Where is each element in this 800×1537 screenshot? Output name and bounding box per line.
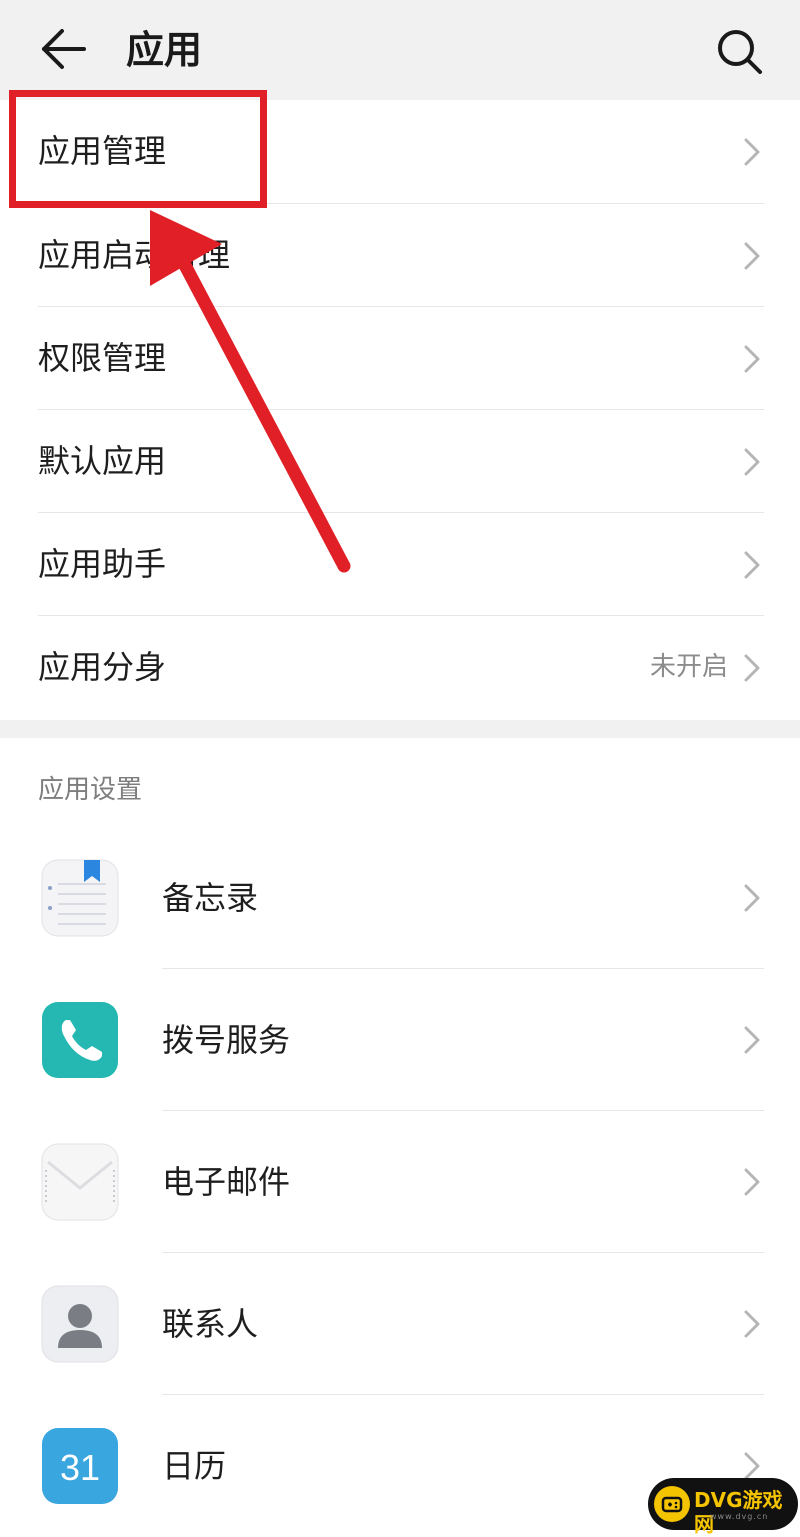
chevron-right-icon — [744, 138, 760, 166]
search-button[interactable] — [712, 24, 766, 78]
app-name: 联系人 — [162, 1305, 259, 1343]
top-app-bar: 应用 — [0, 0, 800, 100]
phone-icon — [42, 1002, 118, 1078]
menu-item-app-twin[interactable]: 应用分身 未开启 — [0, 616, 800, 719]
contact-icon — [41, 1285, 119, 1363]
app-name: 备忘录 — [162, 879, 259, 917]
menu-item-label: 默认应用 — [38, 442, 167, 480]
app-row-dialer[interactable]: 拨号服务 — [0, 969, 800, 1111]
menu-item-label: 应用分身 — [38, 648, 167, 686]
gamepad-logo-icon — [654, 1486, 690, 1522]
highlight-box — [9, 90, 267, 208]
chevron-right-icon — [744, 242, 760, 270]
app-row-notepad[interactable]: 备忘录 — [0, 827, 800, 969]
section-header-app-settings: 应用设置 — [38, 775, 143, 805]
chevron-right-icon — [744, 345, 760, 373]
back-button[interactable] — [38, 24, 88, 74]
menu-item-permissions[interactable]: 权限管理 — [0, 307, 800, 410]
chevron-right-icon — [744, 551, 760, 579]
calendar-icon-day: 31 — [60, 1447, 100, 1488]
arrow-left-icon — [42, 29, 86, 69]
app-row-contacts[interactable]: 联系人 — [0, 1253, 800, 1395]
chevron-right-icon — [744, 448, 760, 476]
menu-item-label: 应用启动管理 — [38, 236, 231, 274]
menu-item-app-startup[interactable]: 应用启动管理 — [0, 204, 800, 307]
menu-item-status: 未开启 — [649, 652, 728, 682]
calendar-icon: 31 — [42, 1428, 118, 1504]
app-name: 日历 — [162, 1447, 227, 1485]
menu-item-app-assistant[interactable]: 应用助手 — [0, 513, 800, 616]
mail-icon — [41, 1143, 119, 1221]
chevron-right-icon — [744, 1168, 760, 1196]
menu-item-label: 应用助手 — [38, 545, 167, 583]
app-name: 拨号服务 — [162, 1021, 291, 1059]
notepad-icon — [41, 859, 119, 937]
search-icon — [718, 30, 762, 74]
menu-item-label: 权限管理 — [38, 339, 167, 377]
chevron-right-icon — [744, 884, 760, 912]
chevron-right-icon — [744, 1452, 760, 1480]
chevron-right-icon — [744, 1026, 760, 1054]
app-row-email[interactable]: 电子邮件 — [0, 1111, 800, 1253]
page-title: 应用 — [126, 28, 203, 72]
watermark-url: www.dvg.cn — [710, 1512, 769, 1521]
menu-item-default-apps[interactable]: 默认应用 — [0, 410, 800, 513]
chevron-right-icon — [744, 1310, 760, 1338]
watermark-badge: DVG游戏网 www.dvg.cn — [648, 1478, 798, 1536]
chevron-right-icon — [744, 654, 760, 682]
section-separator — [0, 720, 800, 738]
app-name: 电子邮件 — [162, 1163, 291, 1201]
